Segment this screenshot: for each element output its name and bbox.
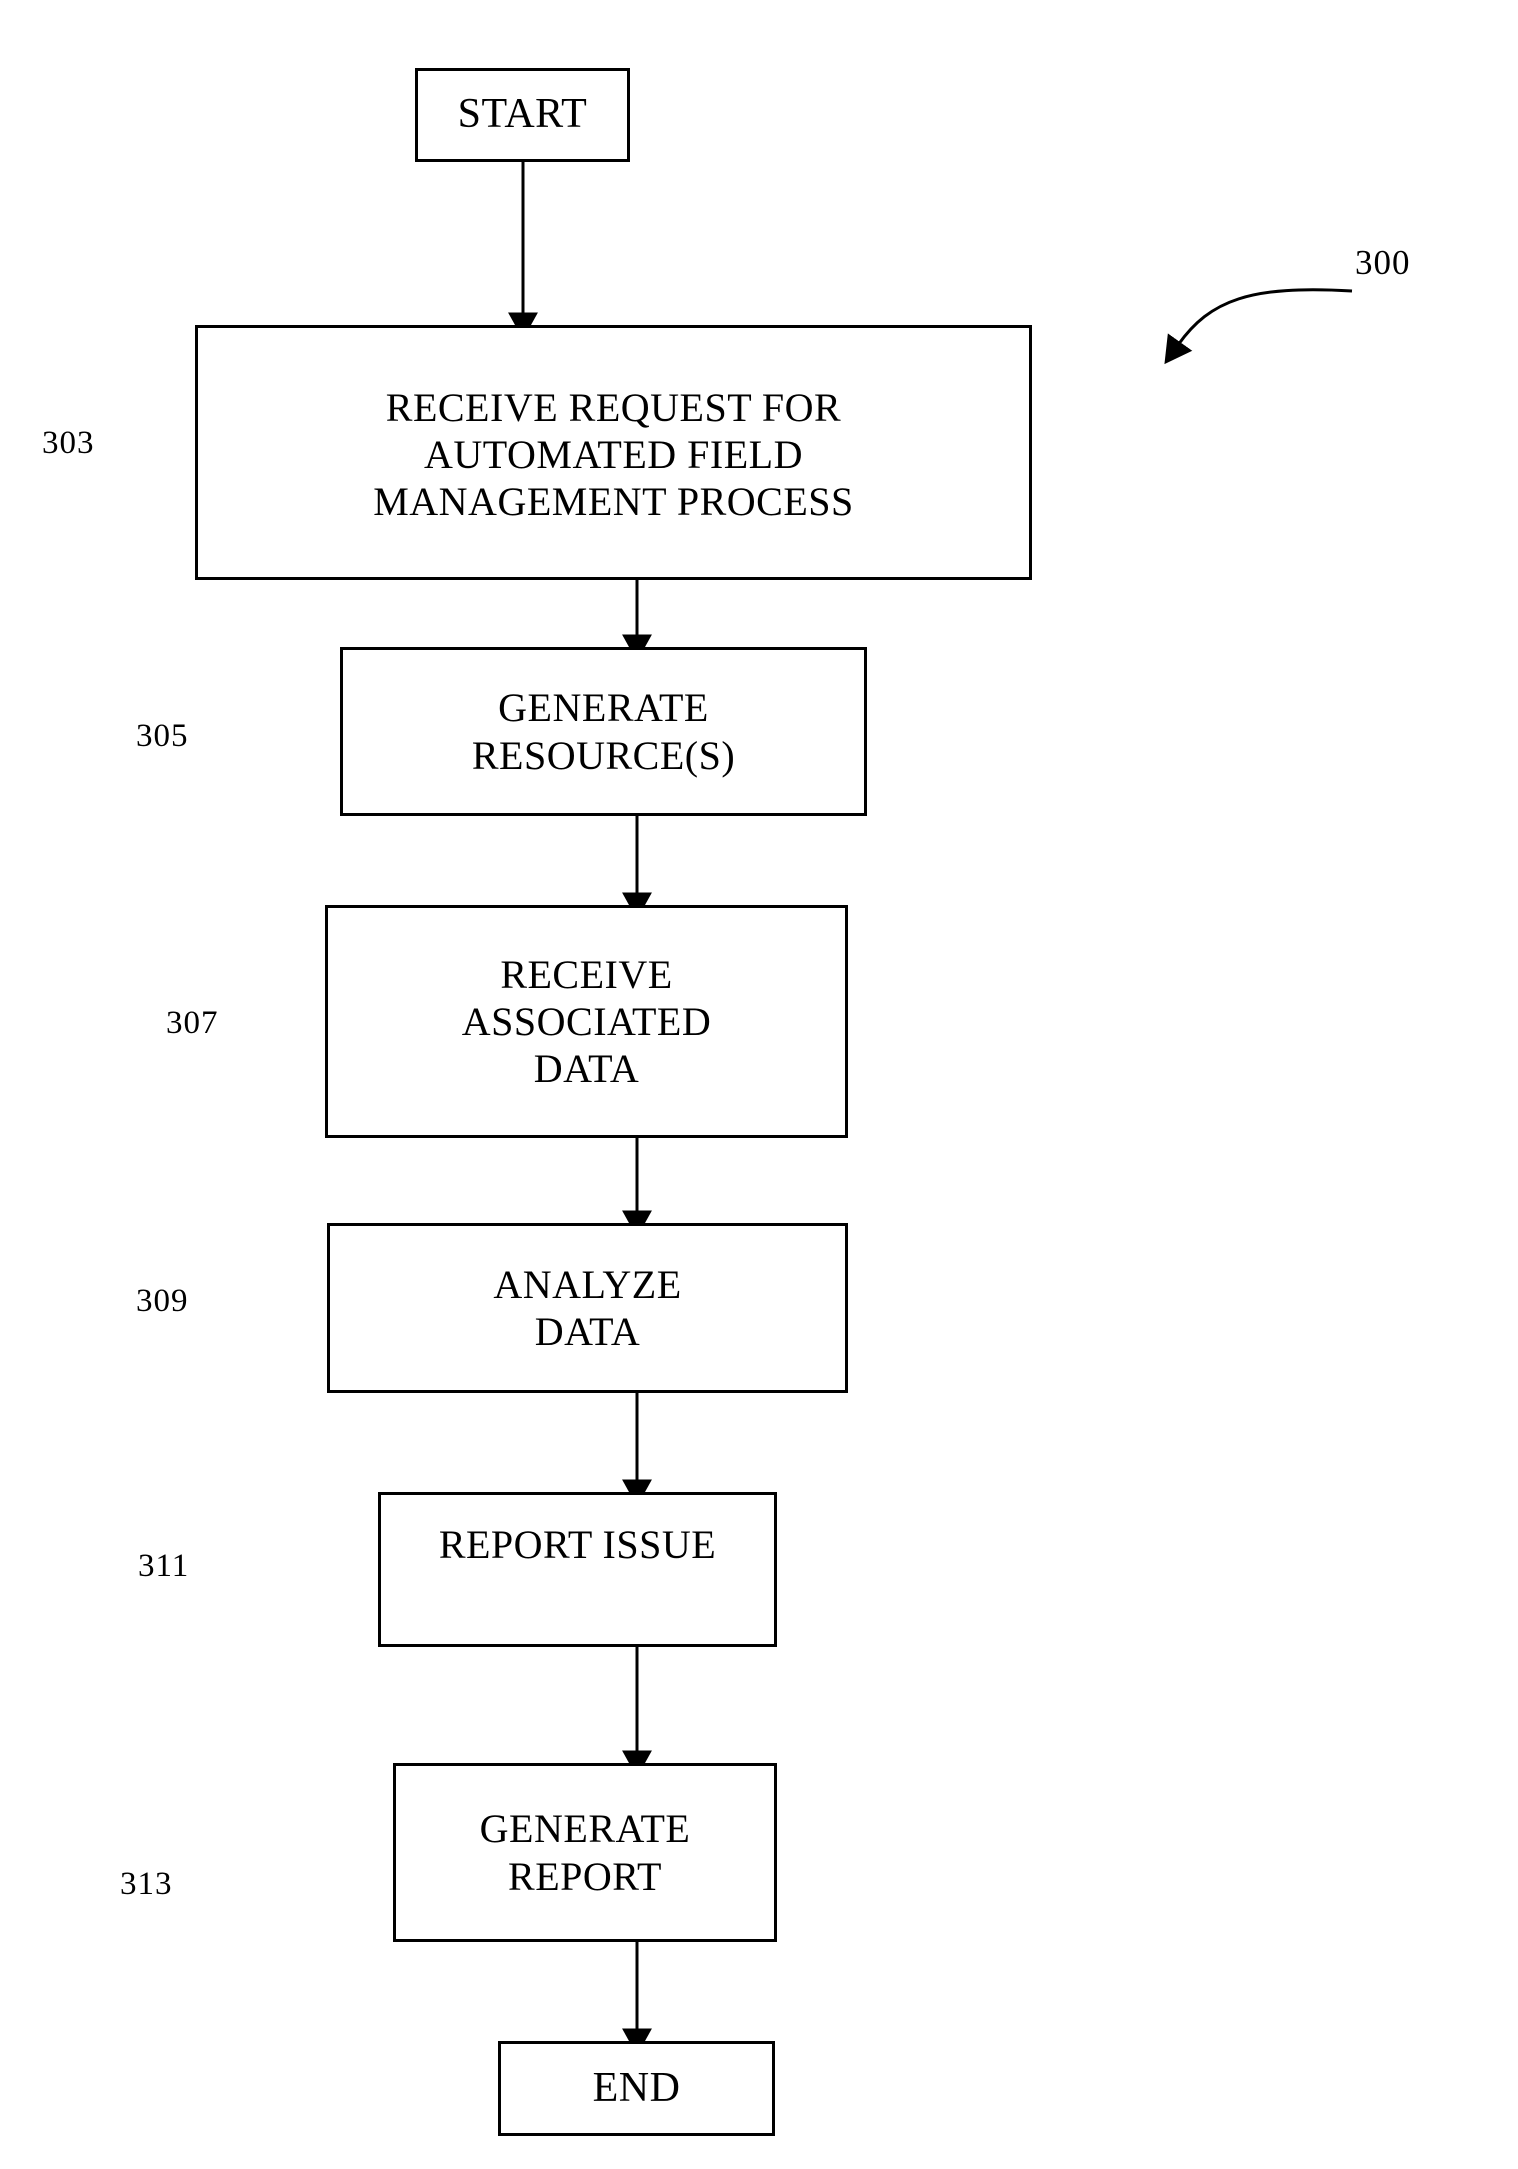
node-generate-resources[interactable]: GENERATE RESOURCE(S) xyxy=(340,647,867,816)
node-analyze-data[interactable]: ANALYZE DATA xyxy=(327,1223,848,1393)
node-307-line-2: ASSOCIATED xyxy=(461,998,712,1044)
reference-numeral-313: 313 xyxy=(120,1866,173,1902)
node-309-line-1: ANALYZE xyxy=(493,1261,682,1307)
node-receive-associated-data[interactable]: RECEIVE ASSOCIATED DATA xyxy=(325,905,848,1138)
node-303-line-2: AUTOMATED FIELD xyxy=(424,431,803,477)
node-313-line-1: GENERATE xyxy=(479,1806,691,1852)
node-303-line-1: RECEIVE REQUEST FOR xyxy=(385,384,842,430)
node-305-line-1: GENERATE xyxy=(498,685,709,731)
reference-numeral-305: 305 xyxy=(136,718,189,754)
node-start-label: START xyxy=(457,91,588,138)
node-receive-request[interactable]: RECEIVE REQUEST FOR AUTOMATED FIELD MANA… xyxy=(195,325,1032,580)
reference-numeral-303: 303 xyxy=(42,425,95,461)
node-307-line-3: DATA xyxy=(533,1046,640,1092)
node-end[interactable]: END xyxy=(498,2041,775,2136)
node-305-line-2: RESOURCE(S) xyxy=(471,732,736,778)
node-generate-report[interactable]: GENERATE REPORT xyxy=(393,1763,777,1942)
node-313-line-2: REPORT xyxy=(508,1853,662,1899)
reference-numeral-309: 309 xyxy=(136,1283,189,1319)
node-311-line-1: REPORT ISSUE xyxy=(438,1522,717,1567)
node-307-line-1: RECEIVE xyxy=(500,951,673,997)
node-start[interactable]: START xyxy=(415,68,630,162)
reference-numeral-307: 307 xyxy=(166,1005,219,1041)
node-report-issue[interactable]: REPORT ISSUE xyxy=(378,1492,777,1647)
node-309-line-2: DATA xyxy=(534,1309,641,1354)
reference-numeral-300: 300 xyxy=(1355,243,1411,282)
diagram-leader-arrow xyxy=(1164,288,1353,365)
flowchart-canvas: START RECEIVE REQUEST FOR AUTOMATED FIEL… xyxy=(0,0,1518,2169)
node-end-label: END xyxy=(592,2064,681,2111)
reference-numeral-311: 311 xyxy=(138,1548,190,1584)
node-303-line-3: MANAGEMENT PROCESS xyxy=(373,479,854,525)
